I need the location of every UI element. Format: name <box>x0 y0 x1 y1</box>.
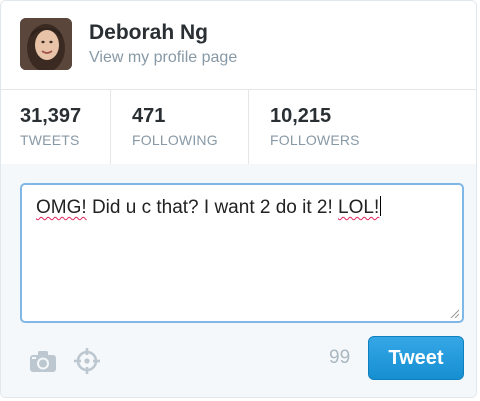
avatar-image <box>20 18 72 70</box>
stat-following[interactable]: 471 FOLLOWING <box>111 90 249 164</box>
tweet-text-middle: Did u c that? I want 2 do it 2! <box>86 197 339 218</box>
profile-card: Deborah Ng View my profile page 31,397 T… <box>0 0 477 398</box>
stat-followers-label: FOLLOWERS <box>270 132 360 148</box>
avatar[interactable] <box>20 18 72 70</box>
profile-header: Deborah Ng View my profile page <box>1 1 476 90</box>
location-crosshair-icon[interactable] <box>73 348 101 374</box>
text-caret <box>380 196 382 216</box>
character-counter: 99 <box>329 347 351 368</box>
tweet-text-word-2: LOL! <box>338 197 380 218</box>
camera-icon[interactable] <box>29 348 57 374</box>
stat-tweets[interactable]: 31,397 TWEETS <box>1 90 111 164</box>
stat-following-label: FOLLOWING <box>132 132 218 148</box>
stat-following-value: 471 <box>132 105 166 127</box>
tweet-textarea[interactable]: OMG! Did u c that? I want 2 do it 2! LOL… <box>20 183 464 323</box>
stat-tweets-label: TWEETS <box>20 132 80 148</box>
stat-followers-value: 10,215 <box>270 105 332 127</box>
stats-bar: 31,397 TWEETS 471 FOLLOWING 10,215 FOLLO… <box>1 90 476 165</box>
stat-followers[interactable]: 10,215 FOLLOWERS <box>249 90 476 164</box>
tweet-text-word-1: OMG! <box>36 197 87 218</box>
resize-handle-icon[interactable] <box>449 308 459 318</box>
profile-name[interactable]: Deborah Ng <box>89 21 208 45</box>
tweet-button[interactable]: Tweet <box>368 336 464 380</box>
stat-tweets-value: 31,397 <box>20 105 82 127</box>
tweet-composer: OMG! Did u c that? I want 2 do it 2! LOL… <box>1 164 476 397</box>
view-profile-link[interactable]: View my profile page <box>89 49 237 67</box>
